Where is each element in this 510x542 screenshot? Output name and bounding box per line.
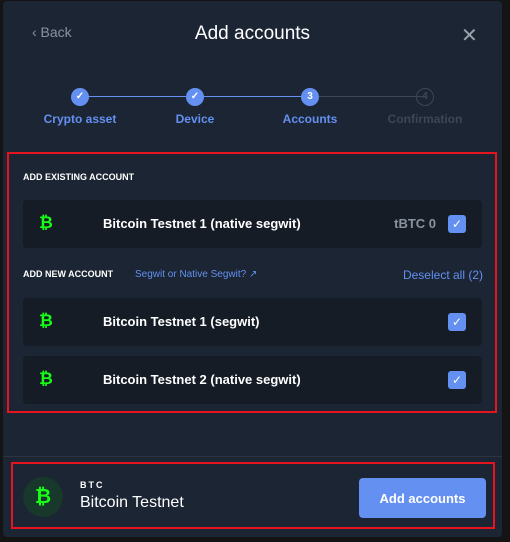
- coin-name: Bitcoin Testnet: [80, 494, 184, 511]
- modal-title: Add accounts: [194, 23, 311, 44]
- bitcoin-icon: ₿: [39, 213, 53, 232]
- existing-account-row[interactable]: ₿ Bitcoin Testnet 1 (native segwit) tBTC…: [23, 200, 482, 248]
- stepper: ✓ Crypto asset ✓ Device 3 Accounts 4 Con…: [3, 88, 502, 128]
- close-icon[interactable]: ✕: [461, 23, 478, 48]
- bitcoin-icon: ₿: [23, 477, 63, 517]
- bitcoin-icon: ₿: [39, 369, 53, 388]
- step-label: Accounts: [282, 112, 338, 126]
- coin-ticker: BTC: [80, 480, 105, 490]
- account-name: Bitcoin Testnet 2 (native segwit): [103, 372, 301, 387]
- bitcoin-icon: ₿: [39, 311, 53, 330]
- external-link-icon: ↗: [248, 269, 258, 280]
- check-icon: ✓: [186, 88, 204, 106]
- new-account-row[interactable]: ₿ Bitcoin Testnet 1 (segwit) ✓: [23, 298, 482, 346]
- new-account-row[interactable]: ₿ Bitcoin Testnet 2 (native segwit) ✓: [23, 356, 482, 404]
- step-label: Confirmation: [387, 112, 463, 126]
- step-number: 4: [416, 88, 434, 106]
- step-confirmation: 4 Confirmation: [365, 88, 485, 126]
- step-accounts: 3 Accounts: [250, 88, 370, 126]
- account-balance: tBTC 0: [394, 216, 436, 231]
- segwit-help-link[interactable]: Segwit or Native Segwit? ↗: [135, 269, 257, 280]
- step-crypto-asset: ✓ Crypto asset: [20, 88, 140, 126]
- account-name: Bitcoin Testnet 1 (segwit): [103, 314, 260, 329]
- checkbox-checked-icon[interactable]: ✓: [448, 215, 466, 233]
- new-heading: ADD NEW ACCOUNT: [23, 269, 114, 279]
- existing-heading: ADD EXISTING ACCOUNT: [23, 172, 135, 182]
- account-name: Bitcoin Testnet 1 (native segwit): [103, 216, 301, 231]
- checkbox-checked-icon[interactable]: ✓: [448, 371, 466, 389]
- footer-divider: [3, 456, 502, 457]
- step-label: Device: [175, 112, 215, 126]
- step-number: 3: [301, 88, 319, 106]
- deselect-all-button[interactable]: Deselect all (2): [403, 268, 483, 282]
- add-accounts-button[interactable]: Add accounts: [359, 478, 486, 518]
- help-link-text: Segwit or Native Segwit?: [135, 269, 247, 280]
- checkbox-checked-icon[interactable]: ✓: [448, 313, 466, 331]
- add-accounts-modal: ‹ Back Add accounts ✕ ✓ Crypto asset ✓ D…: [3, 1, 502, 537]
- step-device: ✓ Device: [135, 88, 255, 126]
- check-icon: ✓: [71, 88, 89, 106]
- step-label: Crypto asset: [43, 112, 117, 126]
